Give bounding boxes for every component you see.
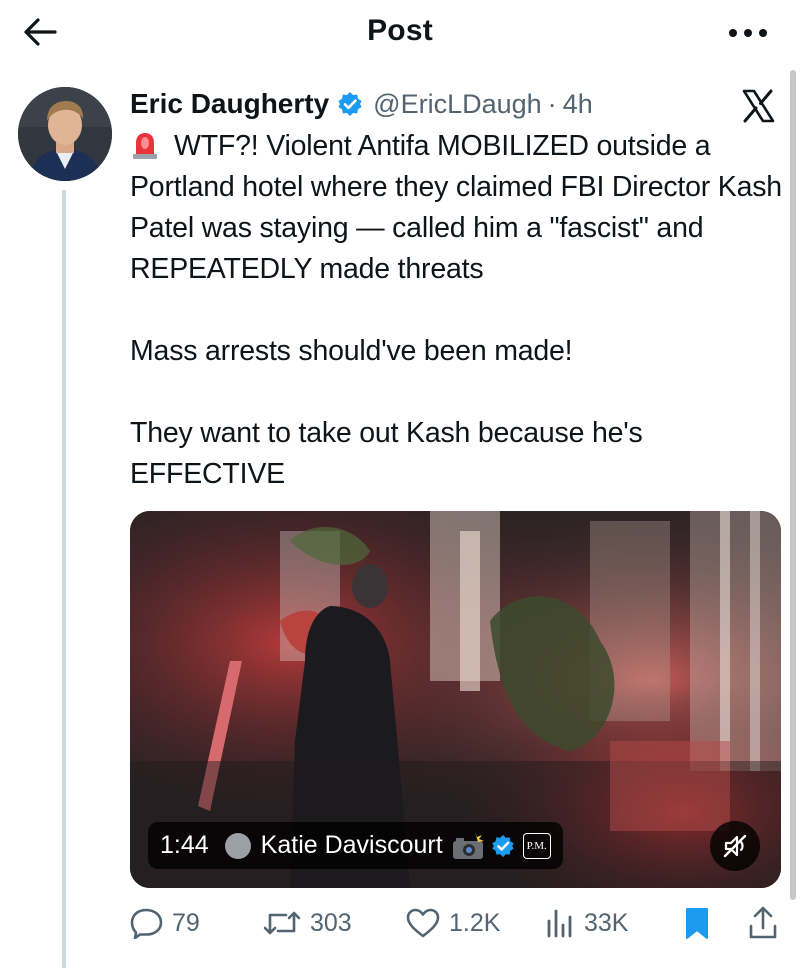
reply-button[interactable]: 79 xyxy=(130,900,200,946)
mute-toggle-button[interactable] xyxy=(710,821,760,871)
bookmark-button[interactable] xyxy=(682,900,720,946)
like-count: 1.2K xyxy=(449,908,501,937)
views-button[interactable]: 33K xyxy=(544,900,628,946)
post-header: Eric Daugherty @EricLDaugh · 4h xyxy=(130,86,593,122)
meta-separator: · xyxy=(547,88,557,119)
video-info-overlay: 1:44 Katie Daviscourt P.M. xyxy=(148,822,563,869)
avatar-photo xyxy=(18,87,112,181)
source-avatar[interactable] xyxy=(224,832,251,859)
verified-badge-icon xyxy=(337,91,363,117)
affiliate-badge[interactable]: P.M. xyxy=(522,832,551,859)
speaker-muted-icon xyxy=(723,834,747,858)
like-button[interactable]: 1.2K xyxy=(405,900,500,946)
page-title: Post xyxy=(367,14,433,47)
top-bar: Post xyxy=(0,0,800,64)
x-logo-icon xyxy=(740,88,776,124)
author-display-name[interactable]: Eric Daugherty xyxy=(130,88,329,120)
share-icon xyxy=(749,906,777,939)
bookmark-filled-icon xyxy=(686,908,708,939)
more-horizontal-icon xyxy=(729,29,767,37)
author-handle[interactable]: @EricLDaugh xyxy=(373,89,542,120)
thread-line xyxy=(62,190,66,968)
camera-flash-emoji xyxy=(452,831,484,859)
repost-count: 303 xyxy=(310,908,352,937)
post-actions: 79 303 1.2K 33K xyxy=(130,900,780,946)
post-timestamp[interactable]: 4h xyxy=(563,89,593,120)
reply-icon xyxy=(130,908,163,939)
share-button[interactable] xyxy=(748,900,786,946)
more-options-button[interactable] xyxy=(726,18,770,48)
scrollbar[interactable] xyxy=(790,70,796,900)
police-siren-emoji xyxy=(133,133,157,159)
post-body: WTF?! Violent Antifa MOBILIZED outside a… xyxy=(130,126,790,495)
repost-button[interactable]: 303 xyxy=(262,900,352,946)
view-count: 33K xyxy=(584,908,629,937)
verified-badge-icon xyxy=(491,834,514,857)
heart-icon xyxy=(406,908,440,938)
post-text: WTF?! Violent Antifa MOBILIZED outside a… xyxy=(130,130,782,490)
video-duration: 1:44 xyxy=(160,831,209,859)
video-source-name[interactable]: Katie Daviscourt xyxy=(261,831,443,860)
reply-count: 79 xyxy=(172,908,200,937)
views-chart-icon xyxy=(547,909,572,938)
author-avatar[interactable] xyxy=(18,87,112,181)
repost-icon xyxy=(263,911,301,935)
